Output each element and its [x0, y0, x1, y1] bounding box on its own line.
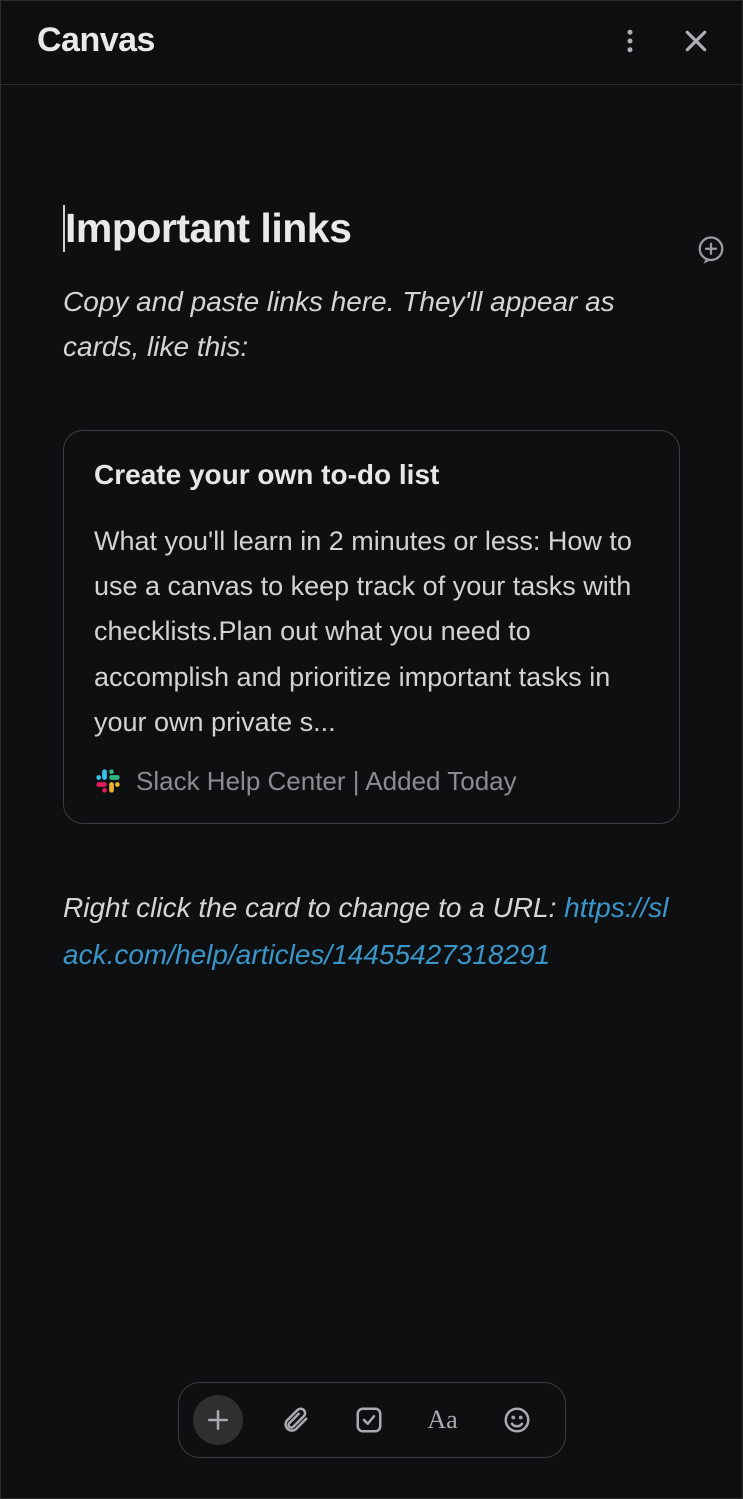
card-title: Create your own to-do list — [94, 459, 649, 491]
close-icon — [681, 26, 711, 56]
plus-icon — [203, 1405, 233, 1435]
slack-icon — [94, 767, 122, 795]
checkbox-icon — [354, 1405, 384, 1435]
attach-button[interactable] — [273, 1398, 317, 1442]
close-button[interactable] — [678, 23, 714, 59]
panel-header: Canvas — [1, 1, 742, 85]
card-body: What you'll learn in 2 minutes or less: … — [94, 519, 649, 746]
panel-title: Canvas — [37, 21, 155, 60]
card-source: Slack Help Center | Added Today — [136, 766, 517, 797]
card-meta: Slack Help Center | Added Today — [94, 766, 649, 797]
instruction-text[interactable]: Copy and paste links here. They'll appea… — [63, 280, 680, 370]
add-comment-button[interactable] — [694, 233, 728, 267]
link-card[interactable]: Create your own to-do list What you'll l… — [63, 430, 680, 824]
toolbar-container: Aa — [1, 1382, 742, 1498]
speech-plus-icon — [696, 235, 726, 265]
smiley-icon — [502, 1405, 532, 1435]
emoji-button[interactable] — [495, 1398, 539, 1442]
kebab-icon — [615, 26, 645, 56]
more-options-button[interactable] — [612, 23, 648, 59]
header-actions — [612, 23, 714, 59]
editor-toolbar: Aa — [178, 1382, 566, 1458]
post-text: Right click the card to change to a URL: — [63, 892, 556, 923]
paperclip-icon — [280, 1405, 310, 1435]
canvas-content[interactable]: Important links Copy and paste links her… — [1, 85, 742, 1382]
format-button[interactable]: Aa — [421, 1398, 465, 1442]
checklist-button[interactable] — [347, 1398, 391, 1442]
document-title[interactable]: Important links — [63, 205, 680, 252]
add-button[interactable] — [193, 1395, 243, 1445]
post-block[interactable]: Right click the card to change to a URL:… — [63, 884, 680, 979]
format-icon: Aa — [427, 1405, 457, 1435]
